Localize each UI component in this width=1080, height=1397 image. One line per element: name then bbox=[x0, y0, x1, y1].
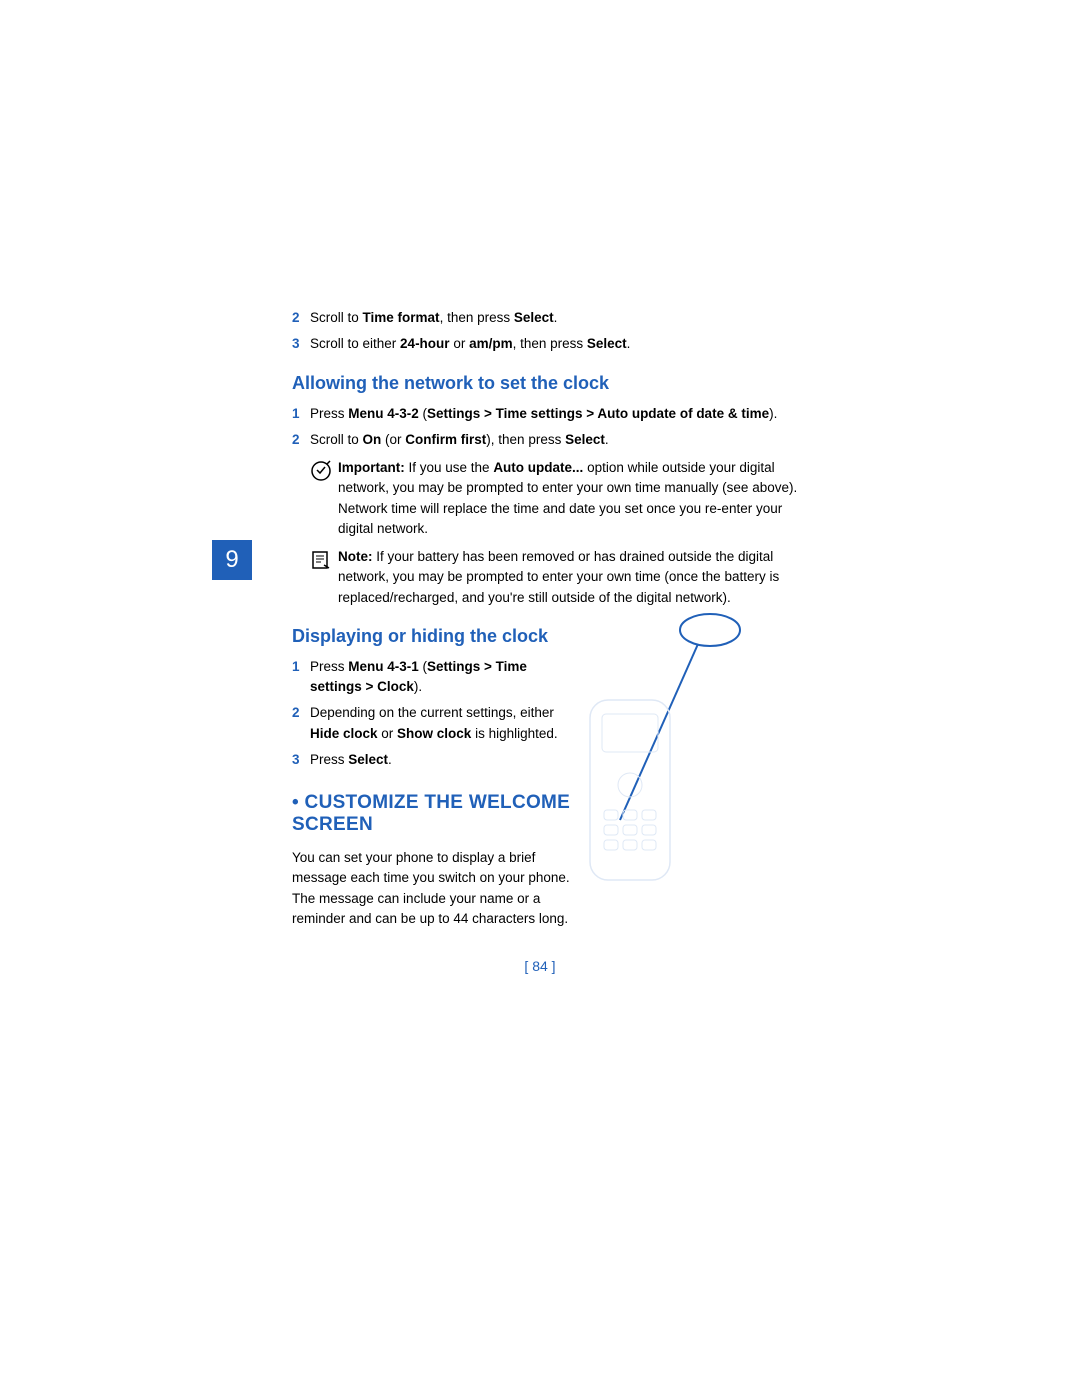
body-paragraph: You can set your phone to display a brie… bbox=[292, 848, 582, 929]
step-number: 3 bbox=[292, 334, 310, 354]
page-number: [ 84 ] bbox=[0, 958, 1080, 974]
step-text: Scroll to Time format, then press Select… bbox=[310, 308, 812, 328]
step-item: 1 Press Menu 4-3-1 (Settings > Time sett… bbox=[292, 657, 582, 698]
step-number: 3 bbox=[292, 750, 310, 770]
section1-steps: 1 Press Menu 4-3-2 (Settings > Time sett… bbox=[292, 404, 812, 451]
step-item: 1 Press Menu 4-3-2 (Settings > Time sett… bbox=[292, 404, 812, 424]
chapter-tab: 9 bbox=[212, 540, 252, 580]
note-icon bbox=[310, 547, 338, 608]
step-number: 2 bbox=[292, 308, 310, 328]
step-text: Press Menu 4-3-2 (Settings > Time settin… bbox=[310, 404, 812, 424]
step-number: 2 bbox=[292, 430, 310, 450]
note-block: Note: If your battery has been removed o… bbox=[310, 547, 812, 608]
step-text: Press Menu 4-3-1 (Settings > Time settin… bbox=[310, 657, 582, 698]
step-text: Scroll to either 24-hour or am/pm, then … bbox=[310, 334, 812, 354]
step-text: Scroll to On (or Confirm first), then pr… bbox=[310, 430, 812, 450]
phone-illustration bbox=[580, 610, 810, 890]
step-item: 2 Scroll to On (or Confirm first), then … bbox=[292, 430, 812, 450]
step-number: 1 bbox=[292, 657, 310, 698]
important-icon bbox=[310, 458, 338, 539]
subheading-network-clock: Allowing the network to set the clock bbox=[292, 373, 812, 394]
step-item: 3 Scroll to either 24-hour or am/pm, the… bbox=[292, 334, 812, 354]
important-text: Important: If you use the Auto update...… bbox=[338, 458, 812, 539]
step-item: 2 Depending on the current settings, eit… bbox=[292, 703, 582, 744]
section2-steps: 1 Press Menu 4-3-1 (Settings > Time sett… bbox=[292, 657, 582, 770]
intro-steps: 2 Scroll to Time format, then press Sele… bbox=[292, 308, 812, 355]
step-text: Press Select. bbox=[310, 750, 582, 770]
heading-customize-welcome: • CUSTOMIZE THE WELCOME SCREEN bbox=[292, 792, 582, 836]
step-text: Depending on the current settings, eithe… bbox=[310, 703, 582, 744]
important-note: Important: If you use the Auto update...… bbox=[310, 458, 812, 539]
step-item: 3 Press Select. bbox=[292, 750, 582, 770]
note-text: Note: If your battery has been removed o… bbox=[338, 547, 812, 608]
step-item: 2 Scroll to Time format, then press Sele… bbox=[292, 308, 812, 328]
step-number: 2 bbox=[292, 703, 310, 744]
step-number: 1 bbox=[292, 404, 310, 424]
